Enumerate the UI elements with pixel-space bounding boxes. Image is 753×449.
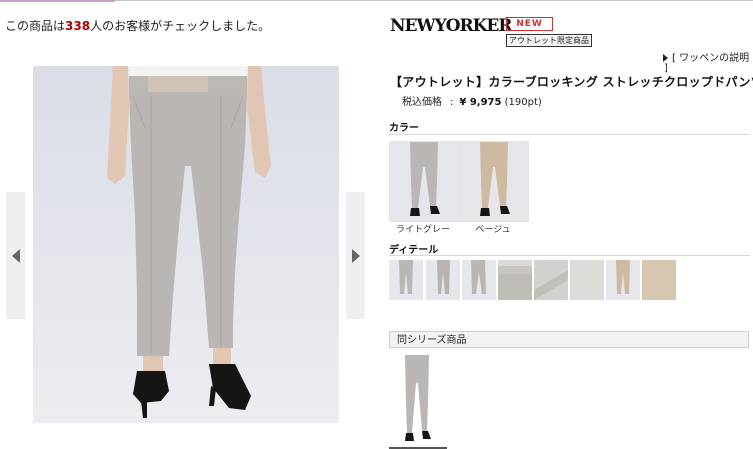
chevron-right-icon bbox=[351, 248, 360, 263]
light-gray-pants-thumb bbox=[390, 142, 458, 221]
price-value: ¥ 9,975 bbox=[459, 97, 502, 108]
detail-section-divider bbox=[389, 255, 750, 256]
wappen-link-text: [ ワッペンの説明 bbox=[672, 53, 750, 64]
outlet-only-badge: アウトレット限定商品 bbox=[506, 34, 592, 47]
detail-thumb-7[interactable] bbox=[606, 260, 640, 300]
detail-section-heading: ディテール bbox=[389, 245, 439, 256]
color-caption-beige: ベージュ bbox=[475, 225, 511, 235]
color-swatch-beige[interactable] bbox=[459, 141, 529, 222]
product-title: 【アウトレット】カラーブロッキング ストレッチクロップドパンツ bbox=[390, 75, 753, 89]
same-series-product-thumb[interactable] bbox=[389, 355, 445, 447]
wappen-description-link[interactable]: [ ワッペンの説明 bbox=[663, 49, 749, 64]
same-series-heading: 同シリーズ商品 bbox=[389, 331, 749, 348]
checked-prefix: この商品は bbox=[5, 19, 66, 33]
beige-pants-thumb bbox=[460, 142, 528, 221]
chevron-left-icon bbox=[11, 248, 20, 263]
detail-thumb-2[interactable] bbox=[426, 260, 460, 300]
triangle-right-icon bbox=[663, 54, 668, 62]
price-row: 税込価格: ¥ 9,975 (190pt) bbox=[402, 93, 542, 108]
detail-thumb-4[interactable] bbox=[498, 260, 532, 300]
main-product-image[interactable] bbox=[33, 66, 339, 423]
pants-model-illustration bbox=[33, 66, 339, 423]
gallery-next-button[interactable] bbox=[346, 192, 365, 319]
color-caption-light-gray: ライトグレー bbox=[395, 225, 450, 235]
brand-logo: NEWYORKER bbox=[390, 16, 513, 36]
checked-suffix: 人のお客様がチェックしました。 bbox=[90, 19, 271, 33]
detail-thumb-8[interactable] bbox=[642, 260, 676, 300]
price-points: (190pt) bbox=[504, 97, 542, 108]
detail-thumb-6[interactable] bbox=[570, 260, 604, 300]
gallery-prev-button[interactable] bbox=[6, 192, 25, 319]
detail-thumb-3[interactable] bbox=[462, 260, 496, 300]
checked-count: 338 bbox=[65, 19, 91, 33]
price-label: 税込価格 bbox=[402, 97, 442, 108]
color-swatch-light-gray[interactable] bbox=[389, 141, 459, 222]
price-colon: : bbox=[450, 97, 454, 108]
new-badge: NEW bbox=[506, 17, 553, 31]
color-section-divider bbox=[389, 134, 750, 135]
detail-thumb-1[interactable] bbox=[389, 260, 423, 300]
detail-thumb-5[interactable] bbox=[534, 260, 568, 300]
color-section-heading: カラー bbox=[389, 123, 419, 134]
checked-count-message: この商品は338人のお客様がチェックしました。 bbox=[5, 17, 270, 34]
top-accent-bar bbox=[0, 0, 115, 2]
